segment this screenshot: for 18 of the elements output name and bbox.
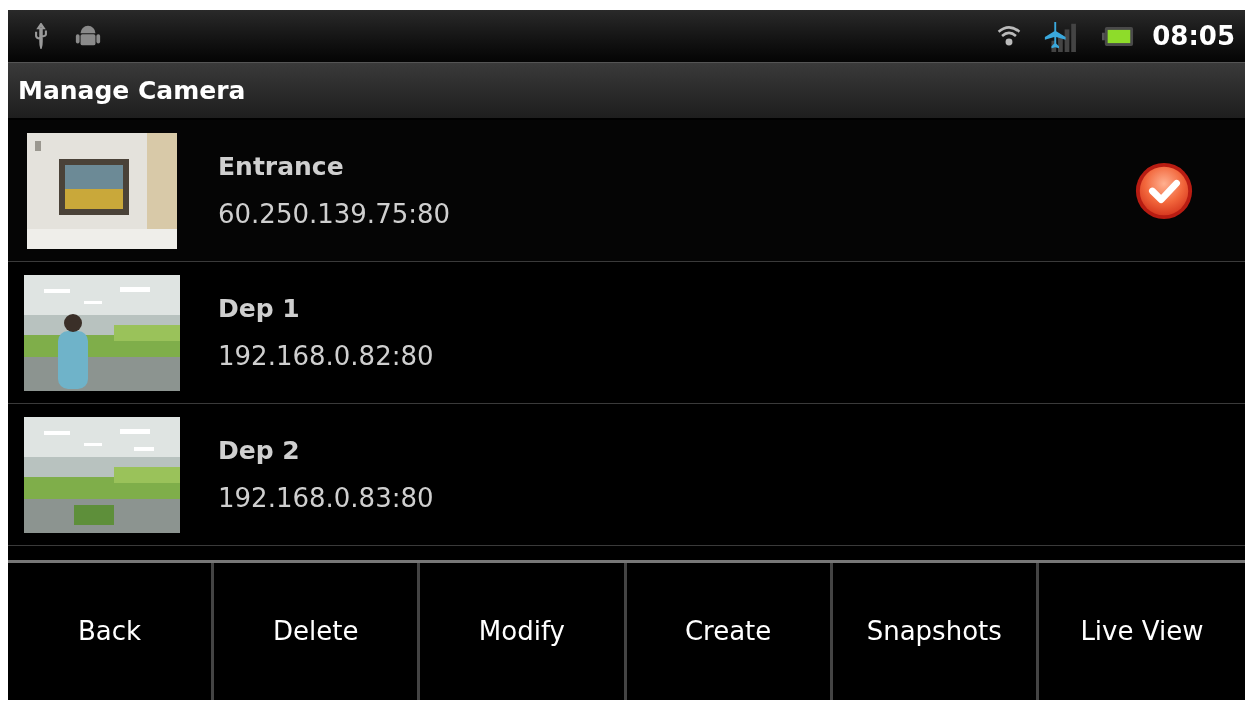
menu-button[interactable]: Delete: [214, 563, 421, 700]
camera-address: 192.168.0.82:80: [218, 339, 435, 373]
menu-button[interactable]: Create: [626, 563, 833, 700]
menu-button[interactable]: Back: [8, 563, 215, 700]
camera-name: Dep 1: [218, 292, 301, 324]
menu-button[interactable]: Modify: [420, 563, 627, 700]
usb-icon: [34, 23, 48, 49]
camera-row[interactable]: Entrance 60.250.139.75:80: [8, 120, 1245, 262]
camera-address: 60.250.139.75:80: [218, 197, 452, 231]
screen-title: Manage Camera: [18, 74, 246, 107]
menu-button[interactable]: Live View: [1038, 563, 1245, 700]
clock-time: 08:05: [1152, 19, 1235, 53]
battery-icon: [1102, 25, 1135, 47]
camera-address: 192.168.0.83:80: [218, 481, 435, 515]
camera-name: Dep 2: [218, 434, 301, 466]
camera-name: Entrance: [218, 150, 345, 182]
airplane-signal-icon: [1042, 20, 1077, 52]
menu-button[interactable]: Snapshots: [832, 563, 1039, 700]
